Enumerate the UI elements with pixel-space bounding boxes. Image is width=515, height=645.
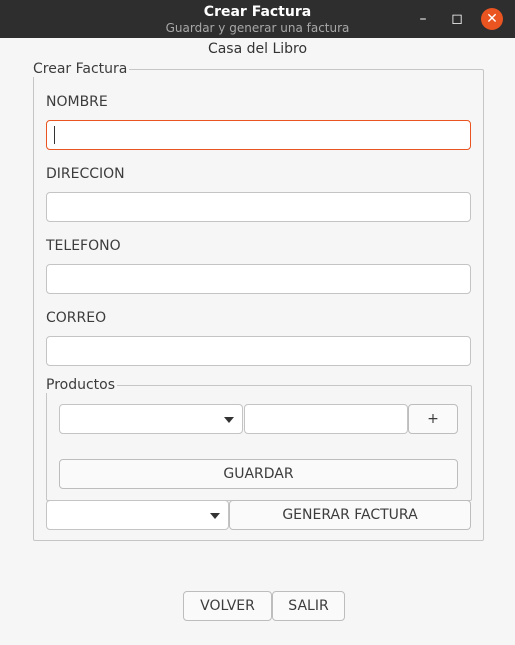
window-subtitle: Guardar y generar una factura: [165, 21, 350, 35]
productos-group-title: Productos: [44, 377, 118, 393]
chevron-down-icon: [224, 417, 234, 423]
correo-label: CORREO: [46, 310, 107, 326]
text-caret: [54, 126, 55, 144]
direccion-field[interactable]: [46, 192, 471, 222]
crear-factura-group-title: Crear Factura: [31, 61, 130, 77]
direccion-label: DIRECCION: [46, 166, 125, 182]
correo-field[interactable]: [46, 336, 471, 366]
guardar-button[interactable]: GUARDAR: [59, 459, 458, 489]
nombre-label: NOMBRE: [46, 94, 108, 110]
close-icon[interactable]: ✕: [481, 8, 503, 30]
minimize-icon[interactable]: –: [412, 8, 434, 30]
nombre-field[interactable]: [46, 120, 471, 150]
salir-button[interactable]: SALIR: [272, 591, 345, 621]
title-bar[interactable]: Crear Factura Guardar y generar una fact…: [0, 0, 515, 38]
app-title: Casa del Libro: [207, 41, 308, 57]
chevron-down-icon: [210, 513, 220, 519]
product-select[interactable]: [59, 404, 243, 434]
maximize-icon[interactable]: ◻: [446, 8, 468, 30]
factura-select[interactable]: [46, 500, 229, 530]
volver-button[interactable]: VOLVER: [183, 591, 272, 621]
add-product-button[interactable]: +: [408, 404, 458, 434]
crear-factura-window: Crear Factura Guardar y generar una fact…: [0, 0, 515, 645]
quantity-field[interactable]: [244, 404, 408, 434]
window-title: Crear Factura: [203, 4, 312, 20]
telefono-field[interactable]: [46, 264, 471, 294]
telefono-label: TELEFONO: [46, 238, 121, 254]
generar-factura-button[interactable]: GENERAR FACTURA: [229, 500, 471, 530]
